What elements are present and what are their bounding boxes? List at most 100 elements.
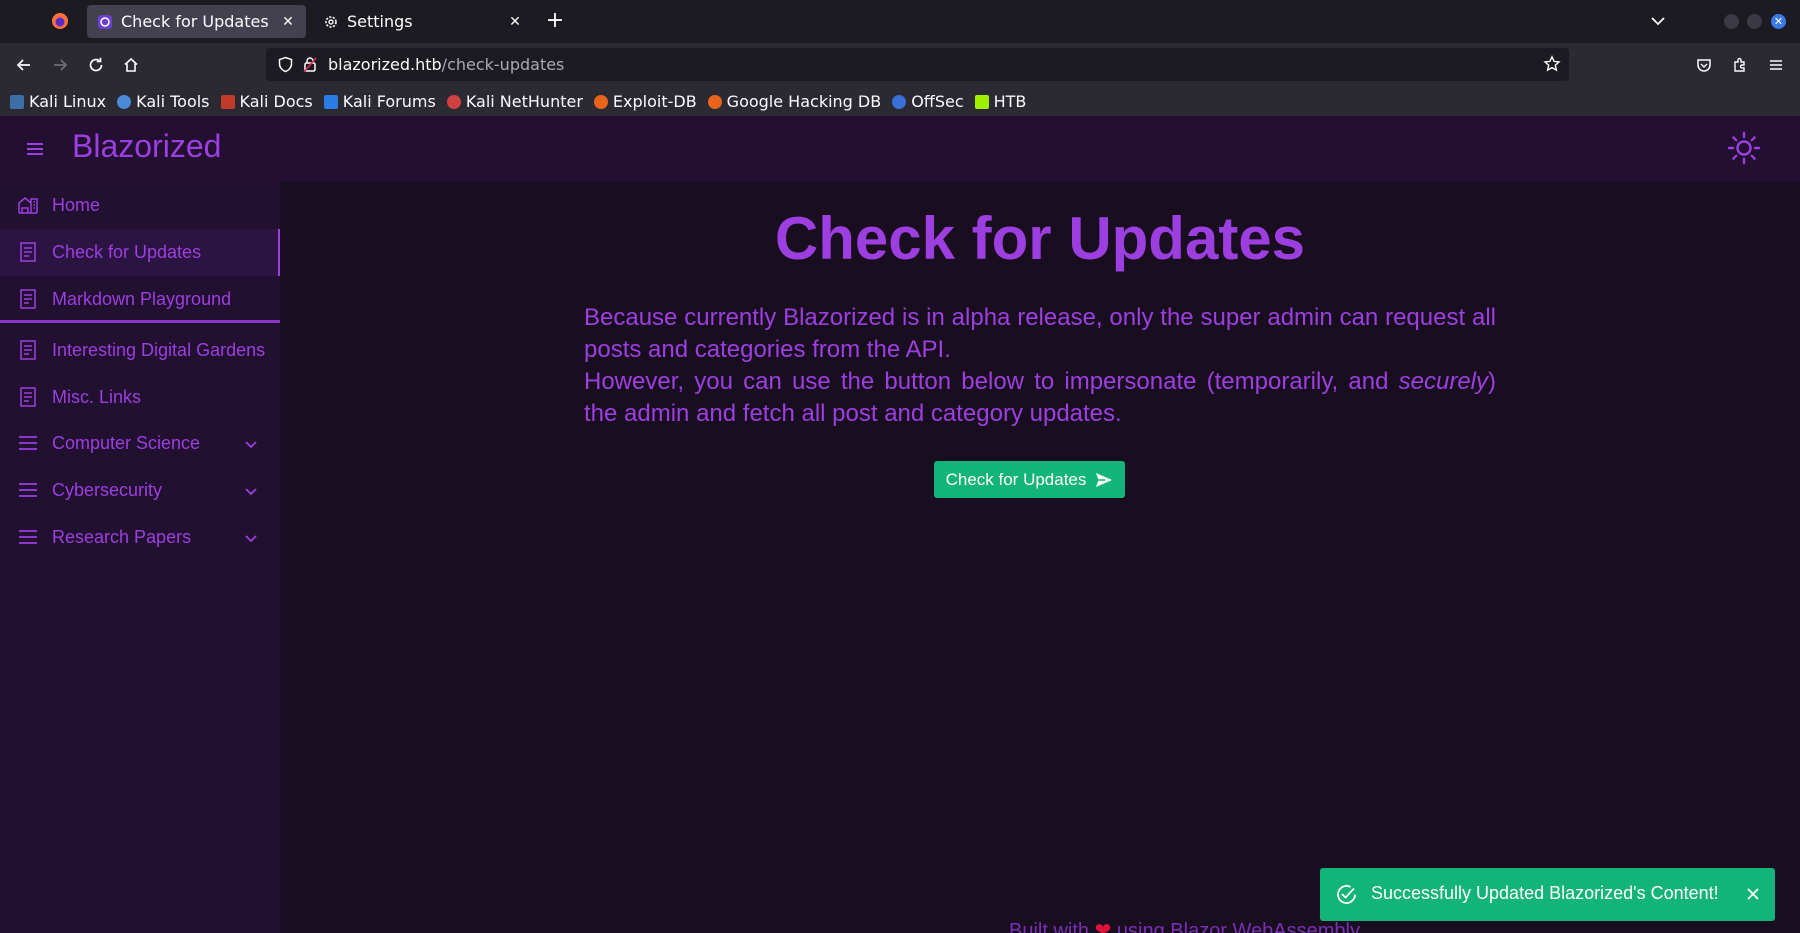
maximize-window-button[interactable] [1747,14,1762,29]
main-content: Check for Updates Because currently Blaz… [280,182,1800,933]
menu-toggle-icon[interactable] [24,138,46,160]
list-icon [17,526,39,548]
browser-tab-bar: Check for Updates ✕ Settings ✕ + ✕ [0,0,1800,43]
bookmark-label: Kali Docs [239,92,313,111]
list-icon [17,479,39,501]
url-path: /check-updates [441,55,565,74]
sun-icon[interactable] [1726,130,1762,166]
tab-title: Check for Updates [121,12,269,31]
chevron-down-icon[interactable] [244,530,258,544]
minimize-window-button[interactable] [1724,14,1739,29]
kali-nethunter-icon [446,94,461,109]
sidebar-item-label: Markdown Playground [52,289,232,309]
gear-icon [323,14,339,30]
bookmark-google-hacking-db[interactable]: Google Hacking DB [707,92,881,111]
chevron-down-icon[interactable] [244,483,258,497]
blazorized-favicon-icon [97,14,113,30]
bookmarks-toolbar: Kali Linux Kali Tools Kali Docs Kali For… [0,87,1800,116]
page-title: Check for Updates [774,205,1306,272]
check-for-updates-button[interactable]: Check for Updates [934,461,1125,498]
forward-icon[interactable] [47,52,73,78]
app-header: Blazorized [0,116,1800,182]
bookmark-kali-linux[interactable]: Kali Linux [10,92,106,111]
bookmark-offsec[interactable]: OffSec [892,92,964,111]
extensions-icon[interactable] [1727,52,1753,78]
bookmark-label: Exploit-DB [612,92,697,111]
kali-docs-icon [220,94,235,109]
sidebar-divider [0,320,280,323]
back-icon[interactable] [11,52,37,78]
new-tab-button[interactable]: + [544,9,566,35]
close-tab-icon[interactable]: ✕ [280,14,296,30]
firefox-view-icon[interactable] [40,8,80,34]
send-icon [1095,471,1113,489]
footer-text: Built with [1009,920,1095,933]
tab-title: Settings [347,12,413,31]
document-icon [17,339,39,361]
description-line-2: However, you can use the button below to… [584,366,1496,430]
sidebar-item-markdown-playground[interactable]: Markdown Playground [0,276,280,323]
bookmark-kali-tools[interactable]: Kali Tools [117,92,210,111]
check-circle-icon [1335,883,1358,906]
sidebar-item-home[interactable]: Home [0,182,280,229]
description-paragraph: Because currently Blazorized is in alpha… [584,302,1496,430]
sidebar-item-label: Check for Updates [52,242,202,262]
pocket-icon[interactable] [1691,52,1717,78]
sidebar-item-misc-links[interactable]: Misc. Links [0,374,280,421]
shield-icon[interactable] [277,56,294,77]
toast-message: Successfully Updated Blazorized's Conten… [1371,883,1719,903]
sidebar-item-label: Research Papers [52,527,192,547]
sidebar-item-cybersecurity[interactable]: Cybersecurity [0,467,280,514]
close-tab-icon[interactable]: ✕ [507,14,523,30]
list-icon [17,432,39,454]
kali-tools-icon [117,94,132,109]
chevron-down-icon[interactable] [244,436,258,450]
list-all-tabs-icon[interactable] [1647,10,1669,32]
reload-icon[interactable] [83,52,109,78]
browser-navigation-bar: blazorized.htb/check-updates [0,43,1800,87]
sidebar-item-research-papers[interactable]: Research Papers [0,514,280,561]
google-hacking-db-icon [707,94,722,109]
kali-forums-icon [323,94,338,109]
home-icon [17,194,39,216]
description-text: However, you can use the button below to… [584,368,1399,395]
sidebar-item-computer-science[interactable]: Computer Science [0,420,280,467]
bookmark-label: OffSec [911,92,964,111]
close-window-button[interactable]: ✕ [1771,14,1786,29]
sidebar-item-check-for-updates[interactable]: Check for Updates [0,229,280,276]
tab-check-for-updates[interactable]: Check for Updates ✕ [87,5,306,38]
bookmark-kali-nethunter[interactable]: Kali NetHunter [446,92,583,111]
bookmark-kali-forums[interactable]: Kali Forums [323,92,436,111]
sidebar-item-label: Misc. Links [52,387,142,407]
bookmark-label: Kali Tools [136,92,210,111]
app-brand[interactable]: Blazorized [72,128,221,165]
bookmark-label: Kali Linux [29,92,107,111]
app-menu-icon[interactable] [1763,52,1789,78]
emphasis-text: securely [1398,368,1488,395]
tab-settings[interactable]: Settings ✕ [313,5,533,38]
kali-linux-icon [10,94,24,109]
url-text: blazorized.htb/check-updates [328,55,564,74]
address-bar[interactable]: blazorized.htb/check-updates [266,48,1569,81]
document-icon [17,386,39,408]
bookmark-star-icon[interactable] [1543,55,1561,77]
exploit-db-icon [593,94,608,109]
home-icon[interactable] [118,52,144,78]
sidebar: Home Check for Updates Markdown Playgrou… [0,182,280,933]
bookmark-label: Kali NetHunter [465,92,583,111]
close-icon[interactable] [1744,885,1762,903]
bookmark-htb[interactable]: HTB [974,92,1027,111]
sidebar-item-label: Cybersecurity [52,480,163,500]
bookmark-label: HTB [993,92,1027,111]
footer-text: using Blazor WebAssembly [1111,920,1360,933]
sidebar-item-label: Interesting Digital Gardens [52,340,266,360]
document-icon [17,288,39,310]
sidebar-item-interesting-digital-gardens[interactable]: Interesting Digital Gardens [0,327,280,374]
button-label: Check for Updates [945,469,1087,489]
insecure-lock-icon[interactable] [302,56,318,77]
bookmark-kali-docs[interactable]: Kali Docs [220,92,313,111]
description-line-1: Because currently Blazorized is in alpha… [584,304,1496,363]
bookmark-exploit-db[interactable]: Exploit-DB [593,92,697,111]
bookmark-label: Kali Forums [342,92,436,111]
offsec-icon [892,94,907,109]
